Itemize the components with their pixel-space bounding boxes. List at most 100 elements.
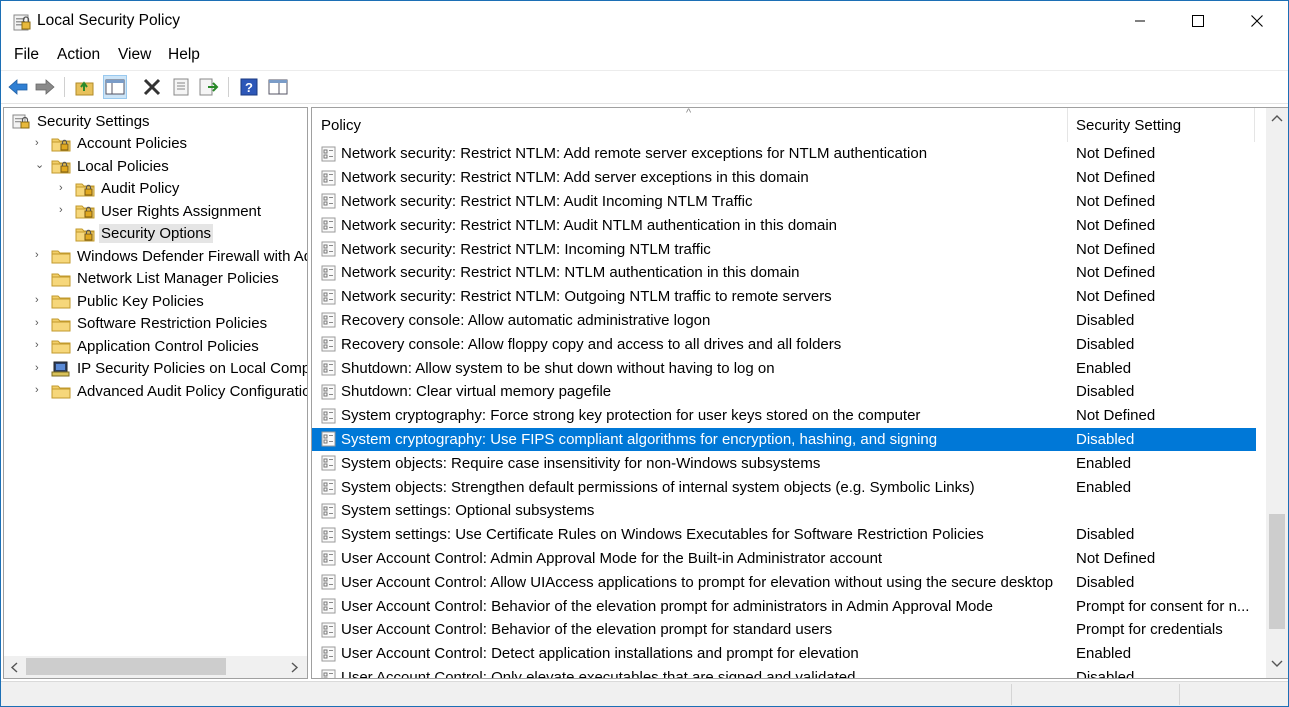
minimize-button[interactable] xyxy=(1111,1,1169,41)
policy-row[interactable]: Shutdown: Allow system to be shut down w… xyxy=(312,356,1256,380)
policy-row[interactable]: User Account Control: Only elevate execu… xyxy=(312,666,1256,679)
policy-row[interactable]: System objects: Strengthen default permi… xyxy=(312,475,1256,499)
tree-item[interactable]: › Advanced Audit Policy Configuration xyxy=(35,380,307,402)
tree-item[interactable]: › Software Restriction Policies xyxy=(35,313,269,335)
properties-icon xyxy=(173,78,189,96)
expand-chevron-icon[interactable]: › xyxy=(35,295,45,306)
expand-chevron-icon[interactable]: › xyxy=(35,385,45,396)
scroll-up-arrow-icon[interactable] xyxy=(1271,113,1283,125)
show-hide-tree-button[interactable] xyxy=(103,75,127,99)
security-setting-value: Prompt for credentials xyxy=(1076,621,1223,639)
menu-action[interactable]: Action xyxy=(57,46,100,64)
scroll-down-arrow-icon[interactable] xyxy=(1271,655,1283,672)
forward-icon xyxy=(35,79,55,95)
tree-item[interactable]: › Windows Defender Firewall with Advanced… xyxy=(35,245,307,267)
policy-row[interactable]: Network security: Restrict NTLM: Audit I… xyxy=(312,190,1256,214)
column-divider[interactable] xyxy=(1254,108,1255,142)
show-console-button[interactable] xyxy=(266,75,290,99)
tree-item[interactable]: › Application Control Policies xyxy=(35,335,261,357)
policy-list-pane[interactable]: Policy ^ Security Setting Network securi… xyxy=(311,107,1288,679)
forward-button[interactable] xyxy=(33,75,57,99)
tree-pane[interactable]: Security Settings › Account Policies ⌄ Local… xyxy=(3,107,308,679)
policy-setting-icon xyxy=(321,146,336,162)
tree-item[interactable]: › IP Security Policies on Local Computer xyxy=(35,358,308,380)
tree-item[interactable]: › Public Key Policies xyxy=(35,290,206,312)
policy-row[interactable]: Recovery console: Allow floppy copy and … xyxy=(312,332,1256,356)
policy-setting-icon xyxy=(321,241,336,257)
column-header-setting[interactable]: Security Setting xyxy=(1076,108,1252,142)
menu-help[interactable]: Help xyxy=(168,46,200,64)
policy-name: Shutdown: Allow system to be shut down w… xyxy=(341,359,775,377)
policy-row[interactable]: Network security: Restrict NTLM: Audit N… xyxy=(312,213,1256,237)
security-setting-value: Enabled xyxy=(1076,645,1132,663)
policy-row[interactable]: System objects: Require case insensitivi… xyxy=(312,451,1256,475)
tree-item[interactable]: ⌄ Local Policies xyxy=(35,155,171,177)
policy-row[interactable]: System cryptography: Use FIPS compliant … xyxy=(312,427,1256,452)
policy-row[interactable]: Network security: Restrict NTLM: Incomin… xyxy=(312,237,1256,261)
tree-item[interactable]: Network List Manager Policies xyxy=(51,268,281,290)
security-setting-value: Not Defined xyxy=(1076,288,1156,306)
policy-row[interactable]: User Account Control: Behavior of the el… xyxy=(312,594,1256,618)
collapse-chevron-icon[interactable]: ⌄ xyxy=(35,160,45,171)
policy-row[interactable]: System cryptography: Force strong key pr… xyxy=(312,404,1256,428)
vertical-scrollbar[interactable] xyxy=(1266,108,1288,678)
policy-setting-icon xyxy=(321,646,336,662)
folder-icon xyxy=(51,340,71,354)
policy-setting-icon xyxy=(321,289,336,305)
folder-icon xyxy=(51,318,71,331)
policy-row[interactable]: System settings: Optional subsystems xyxy=(312,499,1256,523)
policy-row[interactable]: User Account Control: Behavior of the el… xyxy=(312,618,1256,642)
close-button[interactable] xyxy=(1228,1,1286,41)
tree-item-label: IP Security Policies on Local Computer xyxy=(77,360,308,377)
tree-item[interactable]: › Audit Policy xyxy=(59,178,181,200)
menu-file[interactable]: File xyxy=(14,46,39,64)
policy-name: System cryptography: Force strong key pr… xyxy=(341,407,921,425)
policy-row[interactable]: Network security: Restrict NTLM: Add rem… xyxy=(312,142,1256,166)
column-divider[interactable] xyxy=(1067,108,1068,142)
vertical-scroll-thumb[interactable] xyxy=(1269,514,1285,629)
maximize-button[interactable] xyxy=(1169,1,1227,41)
expand-chevron-icon[interactable]: › xyxy=(59,182,69,193)
expand-chevron-icon[interactable]: › xyxy=(35,137,45,148)
help-button[interactable]: ? xyxy=(237,75,261,99)
locked-folder-icon xyxy=(51,160,71,174)
tree-item[interactable]: Security Options xyxy=(75,223,214,245)
expand-chevron-icon[interactable]: › xyxy=(35,340,45,351)
horizontal-scroll-thumb[interactable] xyxy=(26,658,226,675)
tree-item-label: Windows Defender Firewall with Advanced … xyxy=(77,247,307,265)
policy-name: Recovery console: Allow floppy copy and … xyxy=(341,335,842,353)
policy-row[interactable]: User Account Control: Admin Approval Mod… xyxy=(312,547,1256,571)
up-folder-button[interactable] xyxy=(73,75,97,99)
tree-item[interactable]: Security Settings xyxy=(11,110,152,132)
policy-row[interactable]: Network security: Restrict NTLM: Add ser… xyxy=(312,166,1256,190)
menu-view[interactable]: View xyxy=(118,46,151,64)
security-setting-value: Disabled xyxy=(1076,668,1135,679)
expand-chevron-icon[interactable]: › xyxy=(35,317,45,328)
expand-chevron-icon[interactable]: › xyxy=(35,250,45,261)
export-list-button[interactable] xyxy=(197,75,221,99)
delete-button[interactable] xyxy=(140,75,164,99)
expand-chevron-icon[interactable]: › xyxy=(35,362,45,373)
show-console-icon xyxy=(268,79,288,95)
properties-button[interactable] xyxy=(169,75,193,99)
policy-setting-icon xyxy=(321,503,336,519)
policy-name: Network security: Restrict NTLM: Add ser… xyxy=(341,169,809,187)
policy-setting-icon xyxy=(321,265,336,281)
policy-row[interactable]: Recovery console: Allow automatic admini… xyxy=(312,309,1256,333)
policy-row[interactable]: Network security: Restrict NTLM: NTLM au… xyxy=(312,261,1256,285)
security-setting-value: Not Defined xyxy=(1076,549,1156,567)
scroll-right-arrow-icon[interactable] xyxy=(291,662,299,673)
horizontal-scrollbar[interactable] xyxy=(4,656,307,678)
expand-chevron-icon[interactable]: › xyxy=(59,205,69,216)
policy-row[interactable]: Shutdown: Clear virtual memory pagefile D… xyxy=(312,380,1256,404)
policy-row[interactable]: System settings: Use Certificate Rules o… xyxy=(312,523,1256,547)
policy-row[interactable]: User Account Control: Allow UIAccess app… xyxy=(312,570,1256,594)
policy-name: Recovery console: Allow automatic admini… xyxy=(341,311,711,329)
scroll-left-arrow-icon[interactable] xyxy=(10,662,18,673)
tree-item[interactable]: › User Rights Assignment xyxy=(59,200,263,222)
policy-row[interactable]: Network security: Restrict NTLM: Outgoin… xyxy=(312,285,1256,309)
policy-row[interactable]: User Account Control: Detect application… xyxy=(312,642,1256,666)
tree-item[interactable]: › Account Policies xyxy=(35,133,189,155)
back-button[interactable] xyxy=(6,75,30,99)
title-bar[interactable]: Local Security Policy xyxy=(1,1,1288,41)
